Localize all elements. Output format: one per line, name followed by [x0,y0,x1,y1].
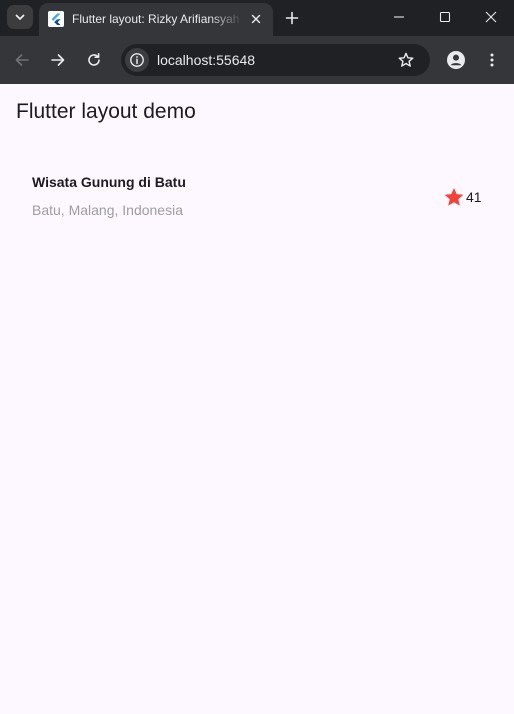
arrow-left-icon [15,54,29,66]
place-location: Batu, Malang, Indonesia [32,202,183,218]
browser-menu-button[interactable] [480,48,504,72]
tab-close-button[interactable] [247,10,265,28]
account-icon [447,51,465,69]
maximize-icon [439,11,451,23]
url-text: localhost:55648 [157,52,256,68]
address-bar[interactable]: localhost:55648 [121,44,430,76]
site-info-button[interactable] [125,48,149,72]
info-icon [130,53,144,67]
kebab-menu-icon [490,53,494,67]
maximize-button[interactable] [422,0,468,34]
rating-count: 41 [466,189,482,205]
reload-button[interactable] [82,48,106,72]
tab-title-fade [209,7,243,31]
page-title: Flutter layout demo [16,100,196,123]
minimize-icon [394,16,404,18]
plus-icon [285,11,299,25]
flutter-app-page: Flutter layout demo Wisata Gunung di Bat… [0,84,514,714]
profile-button[interactable] [444,48,468,72]
bookmark-button[interactable] [394,48,418,72]
star-icon [443,186,465,208]
chevron-down-icon [15,14,25,20]
browser-window: Flutter layout: Rizky Arifiansyah localh… [0,0,514,714]
close-icon [485,11,497,23]
tab-strip: Flutter layout: Rizky Arifiansyah [0,0,514,36]
forward-button[interactable] [46,48,70,72]
browser-toolbar: localhost:55648 [0,36,514,84]
place-name: Wisata Gunung di Batu [32,174,186,190]
browser-tab[interactable]: Flutter layout: Rizky Arifiansyah [39,3,273,36]
minimize-button[interactable] [376,0,422,34]
back-button[interactable] [10,48,34,72]
reload-icon [88,53,100,66]
close-icon [251,14,261,24]
new-tab-button[interactable] [280,6,304,30]
close-window-button[interactable] [468,0,514,34]
tab-search-button[interactable] [7,5,33,29]
flutter-logo-icon [48,11,64,27]
rating: 41 [443,186,482,208]
star-outline-icon [398,52,414,67]
arrow-right-icon [51,54,65,66]
